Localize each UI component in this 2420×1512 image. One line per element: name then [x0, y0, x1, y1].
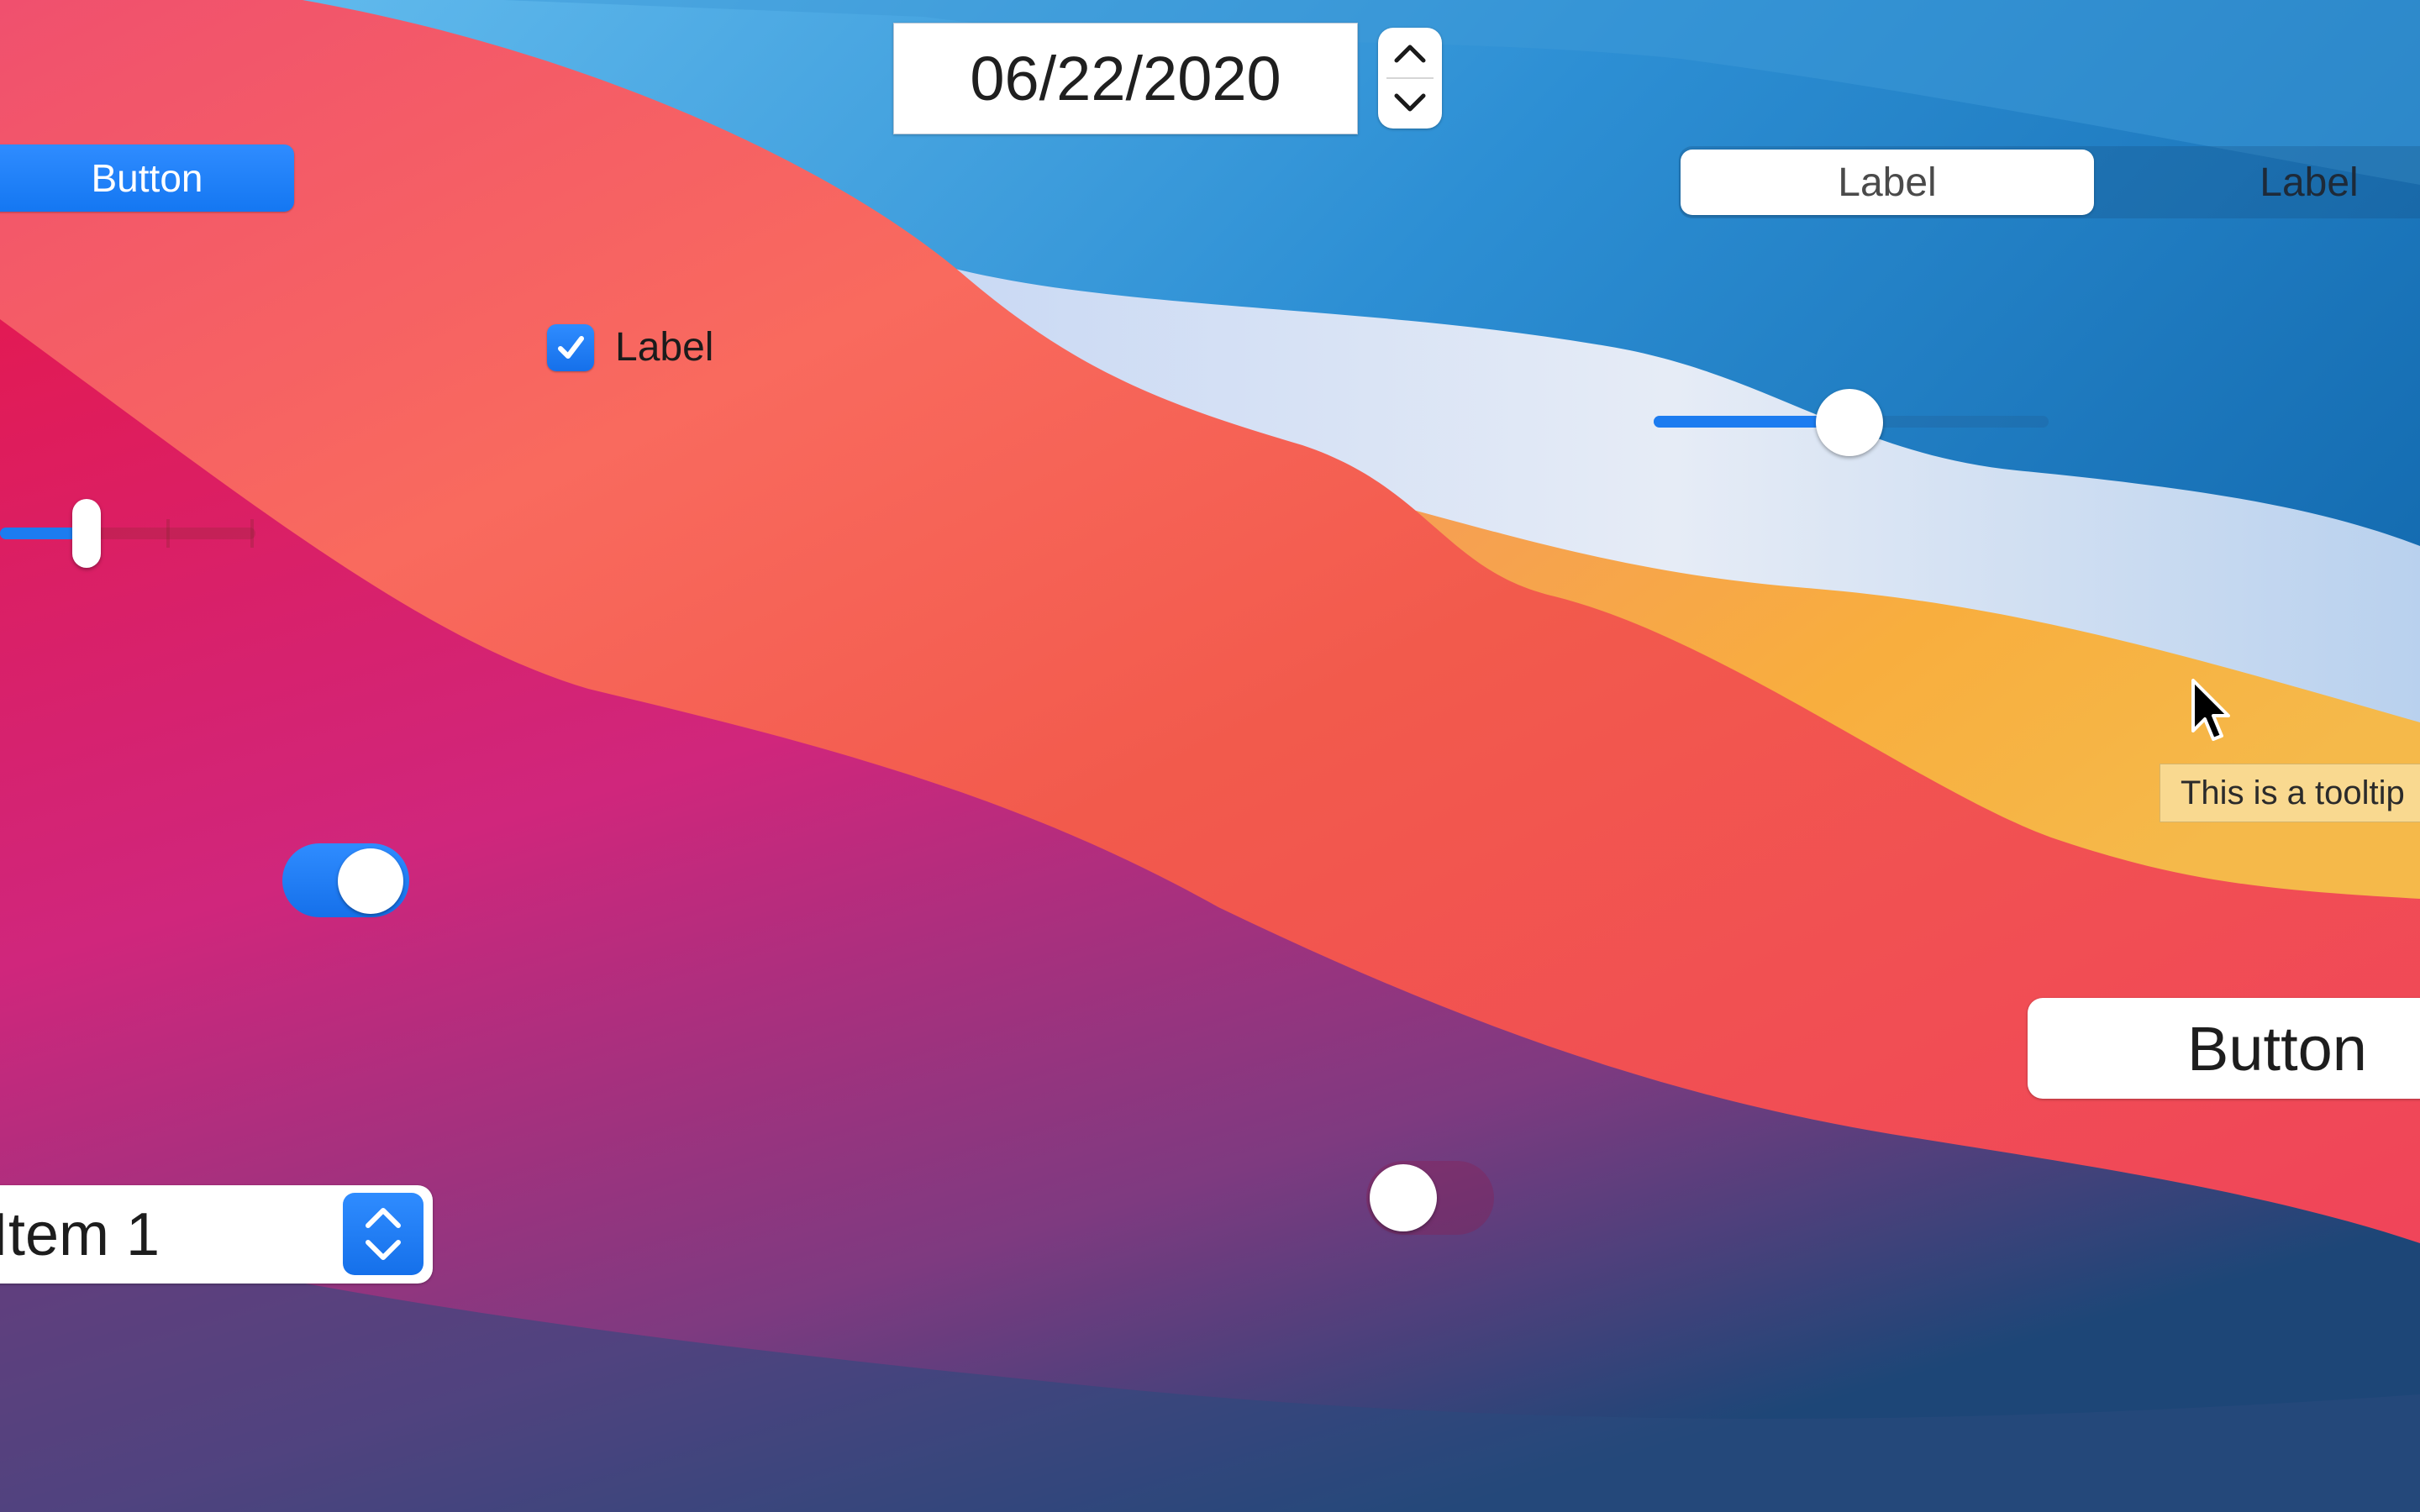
- slider-knob[interactable]: [1816, 389, 1883, 456]
- chevron-up-down-icon: [366, 1208, 401, 1260]
- checkbox[interactable]: [547, 324, 594, 371]
- checkmark-icon: [558, 336, 584, 359]
- segment-2[interactable]: Label: [2149, 146, 2420, 218]
- desktop: 06/22/2020 Button Label Label Label This…: [0, 0, 2420, 1512]
- date-field[interactable]: 06/22/2020: [893, 23, 1358, 134]
- ticked-slider-knob[interactable]: [72, 499, 101, 568]
- segmented-control[interactable]: Label Label: [1679, 146, 2420, 218]
- toggle-switch-off[interactable]: [1366, 1161, 1494, 1235]
- slider-tick: [250, 519, 254, 548]
- tooltip: This is a tooltip: [2160, 764, 2420, 822]
- blue-button[interactable]: Button: [0, 144, 294, 212]
- white-button-label: Button: [2187, 1013, 2367, 1084]
- chevron-up-icon: [1394, 45, 1426, 63]
- toggle-knob: [1370, 1164, 1437, 1231]
- date-value: 06/22/2020: [970, 44, 1281, 113]
- arrow-cursor-icon: [2191, 679, 2230, 741]
- popup-arrows-button[interactable]: [343, 1193, 424, 1275]
- blue-button-label: Button: [91, 156, 203, 200]
- popup-value: Item 1: [0, 1200, 160, 1268]
- stepper-up-button[interactable]: [1378, 28, 1442, 78]
- stepper-down-button[interactable]: [1378, 78, 1442, 129]
- white-button[interactable]: Button: [2028, 998, 2420, 1099]
- ticked-slider-fill: [0, 528, 84, 539]
- desktop-wallpaper: [0, 0, 2420, 1512]
- slider-tick: [166, 519, 170, 548]
- tooltip-text: This is a tooltip: [2181, 774, 2405, 811]
- date-stepper[interactable]: [1378, 28, 1442, 129]
- toggle-switch-on[interactable]: [282, 843, 409, 917]
- segment-1[interactable]: Label: [1681, 150, 2094, 215]
- popup-button[interactable]: Item 1: [0, 1185, 433, 1284]
- chevron-down-icon: [1394, 93, 1426, 112]
- checkbox-label: Label: [615, 325, 714, 370]
- toggle-knob: [338, 848, 403, 914]
- segment-1-label: Label: [1838, 160, 1937, 205]
- segment-2-label: Label: [2260, 160, 2359, 205]
